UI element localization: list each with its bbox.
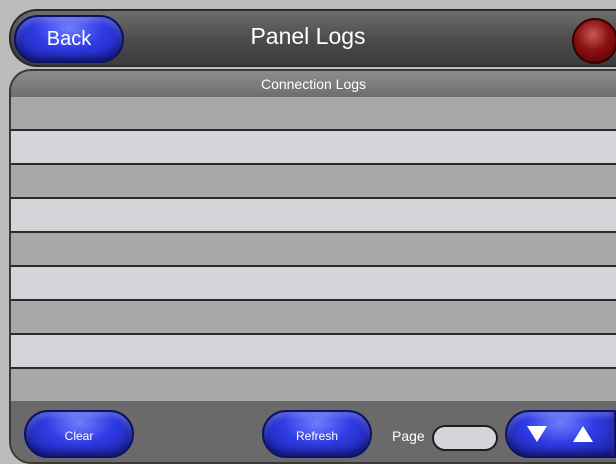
log-row[interactable] [11,301,616,335]
log-row[interactable] [11,199,616,233]
log-row[interactable] [11,267,616,301]
page-number-field[interactable] [432,425,498,451]
log-row[interactable] [11,165,616,199]
log-row[interactable] [11,233,616,267]
arrow-up-icon[interactable] [573,426,593,442]
status-indicator-light [572,18,616,64]
log-row[interactable] [11,369,616,403]
refresh-button[interactable]: Refresh [262,410,372,458]
clear-button[interactable]: Clear [24,410,134,458]
arrow-down-icon[interactable] [527,426,547,442]
page-label: Page [392,428,425,444]
log-panel: Connection Logs [9,69,616,464]
page-nav-button[interactable] [505,410,616,458]
log-row[interactable] [11,97,616,131]
log-panel-title: Connection Logs [11,71,616,97]
log-row[interactable] [11,335,616,369]
log-list [11,97,616,403]
back-button[interactable]: Back [14,15,124,63]
log-row[interactable] [11,131,616,165]
